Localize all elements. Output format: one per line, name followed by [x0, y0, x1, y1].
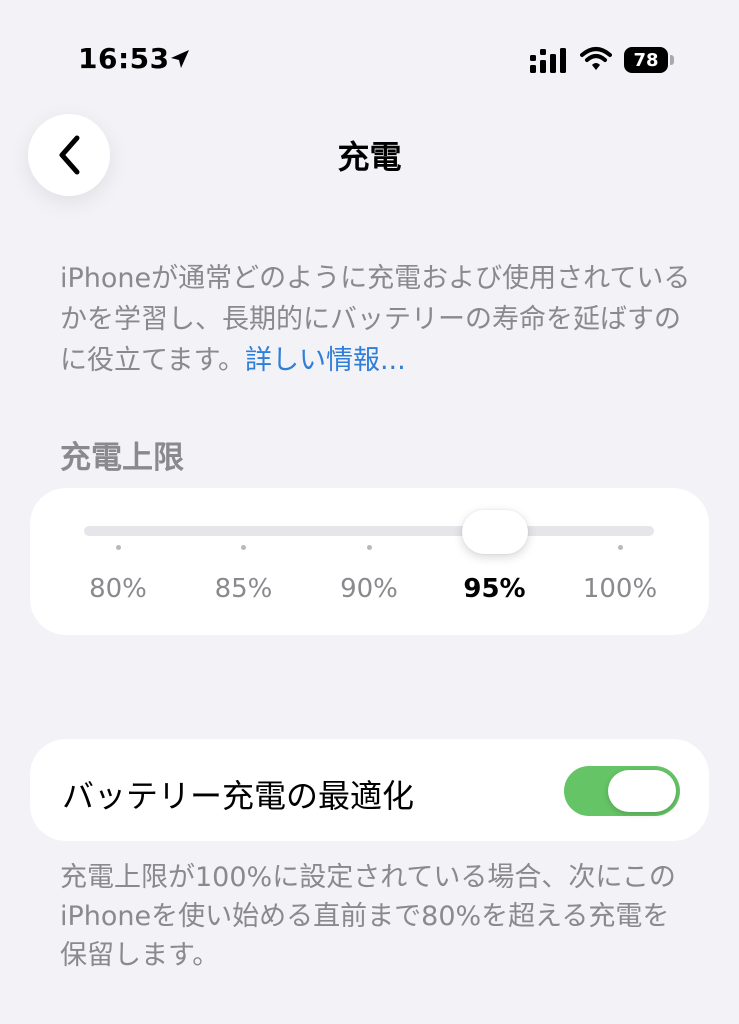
slider-tick-dot [617, 545, 623, 550]
battery-level: 78 [624, 47, 668, 73]
charge-limit-slider-thumb[interactable] [461, 510, 528, 554]
status-bar: 16:53 78 [0, 0, 739, 110]
battery-icon: 78 [624, 47, 674, 73]
slider-tick-dot [115, 545, 121, 550]
optimize-charging-toggle[interactable] [564, 766, 680, 816]
cellular-signal-icon [530, 48, 566, 73]
location-arrow-icon [171, 50, 189, 68]
slider-tick-label[interactable]: 100% [570, 574, 670, 604]
battery-cap [670, 55, 674, 65]
optimize-charging-label: バッテリー充電の最適化 [62, 777, 415, 815]
page-title: 充電 [337, 138, 402, 176]
slider-tick-label[interactable]: 90% [319, 574, 419, 604]
slider-tick-label[interactable]: 80% [68, 574, 168, 604]
footer-note: 充電上限が100%に設定されている場合、次にこのiPhoneを使い始める直前まで… [60, 862, 676, 971]
charge-limit-slider-track[interactable] [84, 526, 654, 536]
learn-more-link[interactable]: 詳しい情報... [245, 345, 406, 376]
slider-tick-label[interactable]: 95% [445, 574, 545, 604]
status-time: 16:53 [78, 42, 170, 75]
wifi-icon [580, 47, 612, 70]
description-text: iPhoneが通常どのように充電および使用されているかを学習し、長期的にバッテリ… [60, 258, 700, 381]
slider-tick-label[interactable]: 85% [194, 574, 294, 604]
charge-limit-card: 80% 85% 90% 95% 100% [30, 488, 709, 635]
toggle-knob [608, 770, 676, 812]
slider-tick-dot [241, 545, 246, 550]
slider-tick-dot [366, 545, 372, 550]
charge-limit-header: 充電上限 [60, 440, 184, 476]
optimize-charging-row: バッテリー充電の最適化 [30, 739, 709, 841]
